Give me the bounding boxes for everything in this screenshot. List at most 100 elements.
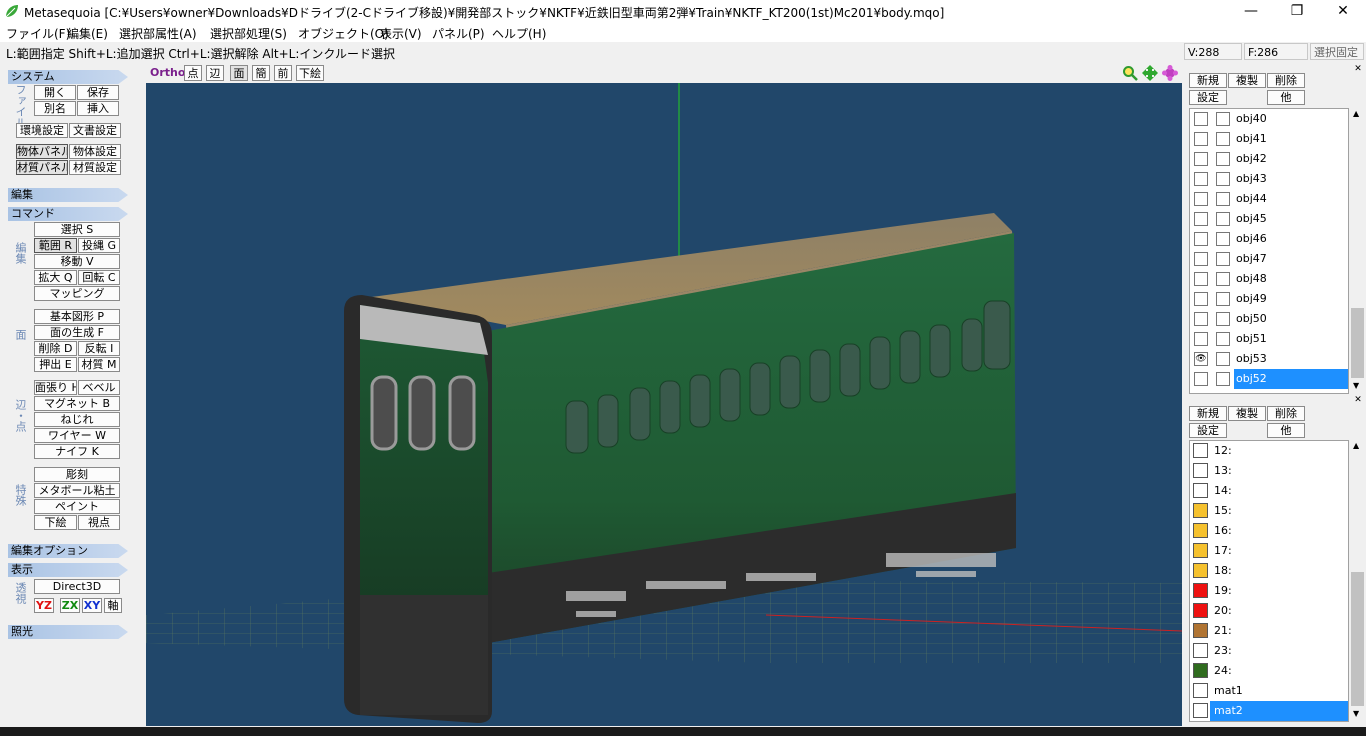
sculpt-tool-button[interactable]: 彫刻 xyxy=(34,467,120,482)
visibility-checkbox[interactable] xyxy=(1194,272,1208,286)
paint-tool-button[interactable]: ペイント xyxy=(34,499,120,514)
section-system[interactable]: システム xyxy=(8,70,128,84)
material-row[interactable]: 24: xyxy=(1190,661,1348,681)
material-list-scrollbar[interactable]: ▲ ▼ xyxy=(1349,440,1366,722)
menu-view[interactable]: 表示(V) xyxy=(380,25,422,42)
minimize-button[interactable]: — xyxy=(1228,0,1274,22)
maximize-button[interactable]: ❐ xyxy=(1274,0,1320,22)
select-tool-button[interactable]: 選択 S xyxy=(34,222,120,237)
section-lighting[interactable]: 照光 xyxy=(8,625,128,639)
lock-checkbox[interactable] xyxy=(1216,152,1230,166)
material-duplicate-button[interactable]: 複製 xyxy=(1228,406,1266,421)
direct3d-button[interactable]: Direct3D xyxy=(34,579,120,594)
lock-checkbox[interactable] xyxy=(1216,332,1230,346)
face-generate-button[interactable]: 面の生成 F xyxy=(34,325,120,340)
material-row[interactable]: 18: xyxy=(1190,561,1348,581)
primitive-tool-button[interactable]: 基本図形 P xyxy=(34,309,120,324)
lock-checkbox[interactable] xyxy=(1216,112,1230,126)
lock-checkbox[interactable] xyxy=(1216,172,1230,186)
material-delete-button[interactable]: 削除 xyxy=(1267,406,1305,421)
lock-checkbox[interactable] xyxy=(1216,252,1230,266)
object-list-scrollbar[interactable]: ▲ ▼ xyxy=(1349,108,1366,394)
section-edit[interactable]: 編集 xyxy=(8,188,128,202)
material-row[interactable]: 21: xyxy=(1190,621,1348,641)
material-row[interactable]: 12: xyxy=(1190,441,1348,461)
menu-selection-attr[interactable]: 選択部属性(A) xyxy=(119,25,197,42)
zoom-icon[interactable] xyxy=(1122,65,1138,81)
lock-checkbox[interactable] xyxy=(1216,192,1230,206)
lock-checkbox[interactable] xyxy=(1216,272,1230,286)
object-duplicate-button[interactable]: 複製 xyxy=(1228,73,1266,88)
knife-tool-button[interactable]: ナイフ K xyxy=(34,444,120,459)
lock-checkbox[interactable] xyxy=(1216,372,1230,386)
object-row[interactable]: obj49 xyxy=(1190,289,1348,309)
object-row[interactable]: obj51 xyxy=(1190,329,1348,349)
object-scroll-thumb[interactable] xyxy=(1351,308,1364,378)
visibility-checkbox[interactable] xyxy=(1194,192,1208,206)
scroll-down-icon[interactable]: ▼ xyxy=(1353,381,1359,390)
visibility-checkbox[interactable] xyxy=(1194,372,1208,386)
save-button[interactable]: 保存 xyxy=(77,85,119,100)
close-button[interactable]: ✕ xyxy=(1320,0,1366,22)
menu-panel[interactable]: パネル(P) xyxy=(432,25,485,42)
face-mode-button[interactable]: 面 xyxy=(230,65,248,81)
point-mode-button[interactable]: 点 xyxy=(184,65,202,81)
scale-tool-button[interactable]: 拡大 Q xyxy=(34,270,77,285)
object-row[interactable]: obj42 xyxy=(1190,149,1348,169)
material-row[interactable]: mat1 xyxy=(1190,681,1348,701)
mat-scroll-up-icon[interactable]: ▲ xyxy=(1353,441,1359,450)
lock-checkbox[interactable] xyxy=(1216,232,1230,246)
simple-mode-button[interactable]: 簡 xyxy=(252,65,270,81)
wire-tool-button[interactable]: ワイヤー W xyxy=(34,428,120,443)
scene-canvas[interactable] xyxy=(146,83,1182,726)
visibility-checkbox[interactable] xyxy=(1194,172,1208,186)
viewpoint-tool-button[interactable]: 視点 xyxy=(78,515,120,530)
rotate-tool-button[interactable]: 回転 C xyxy=(78,270,120,285)
yz-view-button[interactable]: YZ xyxy=(34,598,54,613)
material-scroll-thumb[interactable] xyxy=(1351,572,1364,706)
object-row[interactable]: obj44 xyxy=(1190,189,1348,209)
axis-toggle-button[interactable]: 軸 xyxy=(104,598,122,613)
object-row[interactable]: 👁 obj53 xyxy=(1190,349,1348,369)
magnet-tool-button[interactable]: マグネット B xyxy=(34,396,120,411)
projection-label[interactable]: Ortho xyxy=(150,66,185,79)
object-panel-button[interactable]: 物体パネル xyxy=(16,144,68,159)
object-settings-button[interactable]: 設定 xyxy=(1189,90,1227,105)
material-new-button[interactable]: 新規 xyxy=(1189,406,1227,421)
rotate-view-icon[interactable] xyxy=(1162,65,1178,81)
delete-tool-button[interactable]: 削除 D xyxy=(34,341,77,356)
object-row[interactable]: obj46 xyxy=(1190,229,1348,249)
object-other-button[interactable]: 他 xyxy=(1267,90,1305,105)
material-settings-button[interactable]: 材質設定 xyxy=(69,160,121,175)
object-row[interactable]: obj40 xyxy=(1190,109,1348,129)
section-command[interactable]: コマンド xyxy=(8,207,128,221)
xy-view-button[interactable]: XY xyxy=(82,598,102,613)
lasso-tool-button[interactable]: 投縄 G xyxy=(78,238,120,253)
underlay-tool-button[interactable]: 下絵 xyxy=(34,515,77,530)
material-settings-button[interactable]: 設定 xyxy=(1189,423,1227,438)
scroll-up-icon[interactable]: ▲ xyxy=(1353,109,1359,118)
panel-close-icon[interactable]: ✕ xyxy=(1350,64,1366,76)
object-list[interactable]: obj40 obj41 obj42 obj43 obj44 obj45 obj46 obj47… xyxy=(1189,108,1349,394)
material-panel-close-icon[interactable]: ✕ xyxy=(1350,395,1366,407)
object-new-button[interactable]: 新規 xyxy=(1189,73,1227,88)
doc-settings-button[interactable]: 文書設定 xyxy=(69,123,121,138)
open-button[interactable]: 開く xyxy=(34,85,76,100)
twist-tool-button[interactable]: ねじれ xyxy=(34,412,120,427)
material-row[interactable]: 15: xyxy=(1190,501,1348,521)
zx-view-button[interactable]: ZX xyxy=(60,598,80,613)
move-tool-button[interactable]: 移動 V xyxy=(34,254,120,269)
material-row[interactable]: mat2 xyxy=(1190,701,1348,721)
material-row[interactable]: 16: xyxy=(1190,521,1348,541)
menu-object[interactable]: オブジェクト(O) xyxy=(298,25,389,42)
env-settings-button[interactable]: 環境設定 xyxy=(16,123,68,138)
visibility-checkbox[interactable] xyxy=(1194,132,1208,146)
visibility-checkbox[interactable] xyxy=(1194,232,1208,246)
lock-checkbox[interactable] xyxy=(1216,352,1230,366)
material-row[interactable]: 19: xyxy=(1190,581,1348,601)
bevel-tool-button[interactable]: ベベル xyxy=(78,380,120,395)
material-row[interactable]: 17: xyxy=(1190,541,1348,561)
visibility-checkbox[interactable]: 👁 xyxy=(1194,352,1208,366)
material-row[interactable]: 20: xyxy=(1190,601,1348,621)
section-edit-options[interactable]: 編集オプション xyxy=(8,544,128,558)
